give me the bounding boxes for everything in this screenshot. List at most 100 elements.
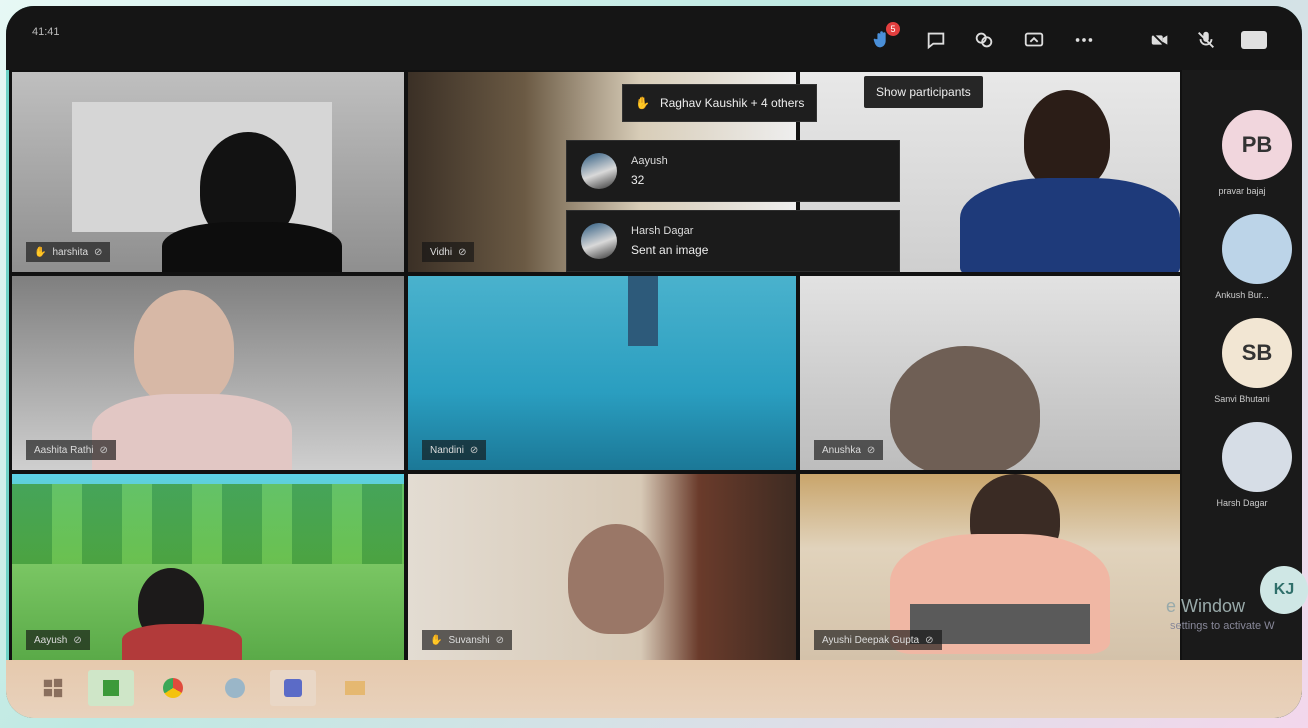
hand-icon: ✋ [635,96,650,110]
participant-name: Vidhi [430,246,453,258]
video-tile[interactable]: ✋ harshita ⊘ [12,72,404,272]
chrome-icon [163,678,183,698]
reactions-button[interactable] [970,26,998,54]
participant-label: Aayush ⊘ [26,630,90,650]
avatar-initials: PB [1241,132,1273,157]
chat-icon [927,32,945,50]
participant-name: Aayush [34,634,68,646]
camera-button[interactable] [1146,26,1174,54]
participant-face [1024,90,1110,190]
participants-button[interactable]: 5 [868,22,900,54]
leave-button[interactable] [1240,26,1268,54]
participant-label: Aashita Rathi ⊘ [26,440,116,460]
notification-sender: Harsh Dagar [631,225,694,237]
participant-label: Nandini ⊘ [422,440,487,460]
taskbar-app[interactable] [332,670,378,706]
notification-message: 32 [631,173,645,187]
store-icon [103,680,119,696]
browser-icon [225,678,245,698]
mic-muted-icon: ⊘ [925,634,934,646]
file-explorer-icon [345,681,365,695]
windows-taskbar [6,660,1302,718]
notification-message: Sent an image [631,243,709,257]
game-background [12,484,404,564]
participant-label: ✋ harshita ⊘ [26,242,111,262]
reactions-icon [975,32,993,48]
participant-name: harshita [52,246,89,258]
video-tile[interactable]: Nandini ⊘ [408,276,796,470]
participant-name: Ayushi Deepak Gupta [822,634,920,646]
participant-avatar[interactable] [1222,214,1292,284]
more-options-button[interactable] [1070,26,1098,54]
avatar [581,223,617,259]
mic-button[interactable] [1192,26,1220,54]
participant-body [122,624,242,660]
raised-hands-text: Raghav Kaushik + 4 others [659,96,805,110]
activate-windows-subtext: settings to activate W [1170,620,1275,632]
mic-muted-icon: ⊘ [94,246,103,258]
mic-muted-icon: ⊘ [469,444,479,456]
mic-muted-icon: ⊘ [458,246,467,258]
participant-label: Ayushi Deepak Gupta ⊘ [814,630,942,650]
participant-name: Harsh Dagar [1216,498,1268,508]
participant-face [134,290,234,406]
video-tile[interactable]: ✋ Suvanshi ⊘ [408,474,796,660]
participant-name: pravar bajaj [1218,186,1266,196]
participant-body [162,222,342,272]
hand-icon: ✋ [430,634,443,646]
participant-name: Ankush Bur... [1215,290,1269,300]
participant-name: Suvanshi [448,634,490,646]
taskbar-app[interactable] [88,670,134,706]
avatar [581,153,617,189]
taskbar-app[interactable] [150,670,196,706]
hand-icon: ✋ [34,246,47,258]
participant-avatar[interactable]: PB [1222,110,1292,180]
chat-button[interactable] [922,26,950,54]
participant-name: Anushka [822,444,861,456]
background-object [628,276,658,346]
chat-notification[interactable]: Harsh Dagar Sent an image [566,210,900,272]
chat-notification[interactable]: Aayush 32 [566,140,900,202]
share-screen-icon [1024,32,1044,47]
participant-label: Vidhi ⊘ [422,242,475,262]
participant-body [960,178,1180,272]
participant-name: Nandini [430,444,464,456]
participant-face [568,524,664,634]
mic-off-icon [1198,31,1214,48]
taskbar-app[interactable] [270,670,316,706]
meeting-top-bar: 41:41 5 [6,6,1302,70]
avatar-initials: SB [1241,340,1273,365]
windows-logo-icon [43,678,63,698]
participant-avatar[interactable]: SB [1222,318,1292,388]
mic-muted-icon: ⊘ [866,444,876,456]
more-icon [1075,38,1093,42]
mic-muted-icon: ⊘ [73,634,82,646]
participant-body [92,394,292,470]
meeting-timer: 41:41 [32,26,60,38]
avatar-initials: KJ [1273,581,1295,598]
video-tile[interactable]: Ayushi Deepak Gupta ⊘ [800,474,1180,660]
notification-sender: Aayush [631,155,668,167]
participant-name: Sanvi Bhutani [1214,394,1270,404]
teams-icon [284,679,302,697]
photo-frame: 41:41 5 ✋ harshita ⊘ Vidhi ⊘ Aashita Rat… [0,0,1308,728]
start-button[interactable] [30,670,76,706]
participant-face [890,346,1040,470]
corner-avatar[interactable]: KJ [1260,566,1308,614]
camera-off-icon [1151,32,1168,49]
video-tile[interactable]: Aayush ⊘ [12,474,404,660]
leave-icon [1241,31,1267,49]
participant-label: Anushka ⊘ [814,440,884,460]
teams-meeting-window: 41:41 5 ✋ harshita ⊘ Vidhi ⊘ Aashita Rat… [6,6,1302,718]
mic-muted-icon: ⊘ [495,634,504,646]
participant-name: Aashita Rathi [34,444,94,456]
participant-badge: 5 [886,22,900,36]
video-tile[interactable]: Aashita Rathi ⊘ [12,276,404,470]
participant-avatar[interactable] [1222,422,1292,492]
taskbar-app[interactable] [212,670,258,706]
share-button[interactable] [1020,26,1048,54]
participant-label: ✋ Suvanshi ⊘ [422,630,512,650]
raised-hands-banner[interactable]: ✋ Raghav Kaushik + 4 others [622,84,818,122]
video-tile[interactable]: Anushka ⊘ [800,276,1180,470]
mic-muted-icon: ⊘ [99,444,108,456]
